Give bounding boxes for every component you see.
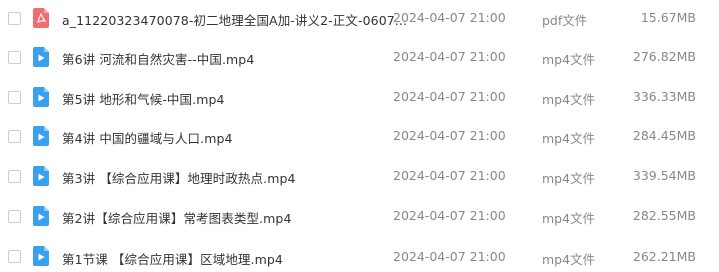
row-checkbox[interactable] <box>8 130 21 143</box>
file-type: mp4文件 <box>542 211 596 226</box>
file-name[interactable]: 第4讲 中国的疆域与人口.mp4 <box>62 128 233 147</box>
file-name[interactable]: a_11220323470078-初二地理全国A加-讲义2-正文-0607... <box>62 10 407 29</box>
modified-date: 2024-04-07 21:00 <box>393 10 506 25</box>
file-size: 15.67MB <box>640 10 696 25</box>
file-name[interactable]: 第5讲 地形和气候-中国.mp4 <box>62 89 225 108</box>
modified-date: 2024-04-07 21:00 <box>393 89 506 104</box>
modified-date: 2024-04-07 21:00 <box>393 128 506 143</box>
file-size: 336.33MB <box>632 89 696 104</box>
row-checkbox[interactable] <box>8 170 21 183</box>
pdf-icon <box>33 8 49 28</box>
modified-date: 2024-04-07 21:00 <box>393 249 506 264</box>
file-type: mp4文件 <box>542 171 596 186</box>
row-checkbox[interactable] <box>8 51 21 64</box>
video-icon <box>33 166 49 186</box>
file-type: mp4文件 <box>542 92 596 107</box>
row-checkbox[interactable] <box>8 12 21 25</box>
file-size: 262.21MB <box>632 249 696 264</box>
file-list: a_11220323470078-初二地理全国A加-讲义2-正文-0607...… <box>0 0 719 272</box>
file-name[interactable]: 第6讲 河流和自然灾害--中国.mp4 <box>62 49 254 68</box>
video-icon <box>33 246 49 266</box>
row-checkbox[interactable] <box>8 91 21 104</box>
file-type: mp4文件 <box>542 131 596 146</box>
file-size: 339.54MB <box>632 168 696 183</box>
modified-date: 2024-04-07 21:00 <box>393 208 506 223</box>
row-checkbox[interactable] <box>8 210 21 223</box>
row-checkbox[interactable] <box>8 250 21 263</box>
video-icon <box>33 87 49 107</box>
modified-date: 2024-04-07 21:00 <box>393 168 506 183</box>
file-size: 284.45MB <box>632 128 696 143</box>
file-type: mp4文件 <box>542 252 596 267</box>
file-row[interactable]: 第5讲 地形和气候-中国.mp4 2024-04-07 21:00 mp4文件 … <box>0 76 719 114</box>
file-name[interactable]: 第2讲【综合应用课】常考图表类型.mp4 <box>62 208 292 227</box>
video-icon <box>33 47 49 67</box>
file-row[interactable]: a_11220323470078-初二地理全国A加-讲义2-正文-0607...… <box>0 0 719 38</box>
file-size: 282.55MB <box>632 208 696 223</box>
file-row[interactable]: 第6讲 河流和自然灾害--中国.mp4 2024-04-07 21:00 mp4… <box>0 38 719 76</box>
file-type: mp4文件 <box>542 52 596 67</box>
video-icon <box>33 126 49 146</box>
file-row[interactable]: 第4讲 中国的疆域与人口.mp4 2024-04-07 21:00 mp4文件 … <box>0 114 719 152</box>
file-row[interactable]: 第3讲 【综合应用课】地理时政热点.mp4 2024-04-07 21:00 m… <box>0 153 719 191</box>
file-name[interactable]: 第1节课 【综合应用课】区域地理.mp4 <box>62 249 283 268</box>
modified-date: 2024-04-07 21:00 <box>393 49 506 64</box>
video-icon <box>33 206 49 226</box>
file-row[interactable]: 第1节课 【综合应用课】区域地理.mp4 2024-04-07 21:00 mp… <box>0 232 719 270</box>
file-row[interactable]: 第2讲【综合应用课】常考图表类型.mp4 2024-04-07 21:00 mp… <box>0 192 719 230</box>
file-name[interactable]: 第3讲 【综合应用课】地理时政热点.mp4 <box>62 168 296 187</box>
file-size: 276.82MB <box>632 49 696 64</box>
file-type: pdf文件 <box>542 13 588 28</box>
